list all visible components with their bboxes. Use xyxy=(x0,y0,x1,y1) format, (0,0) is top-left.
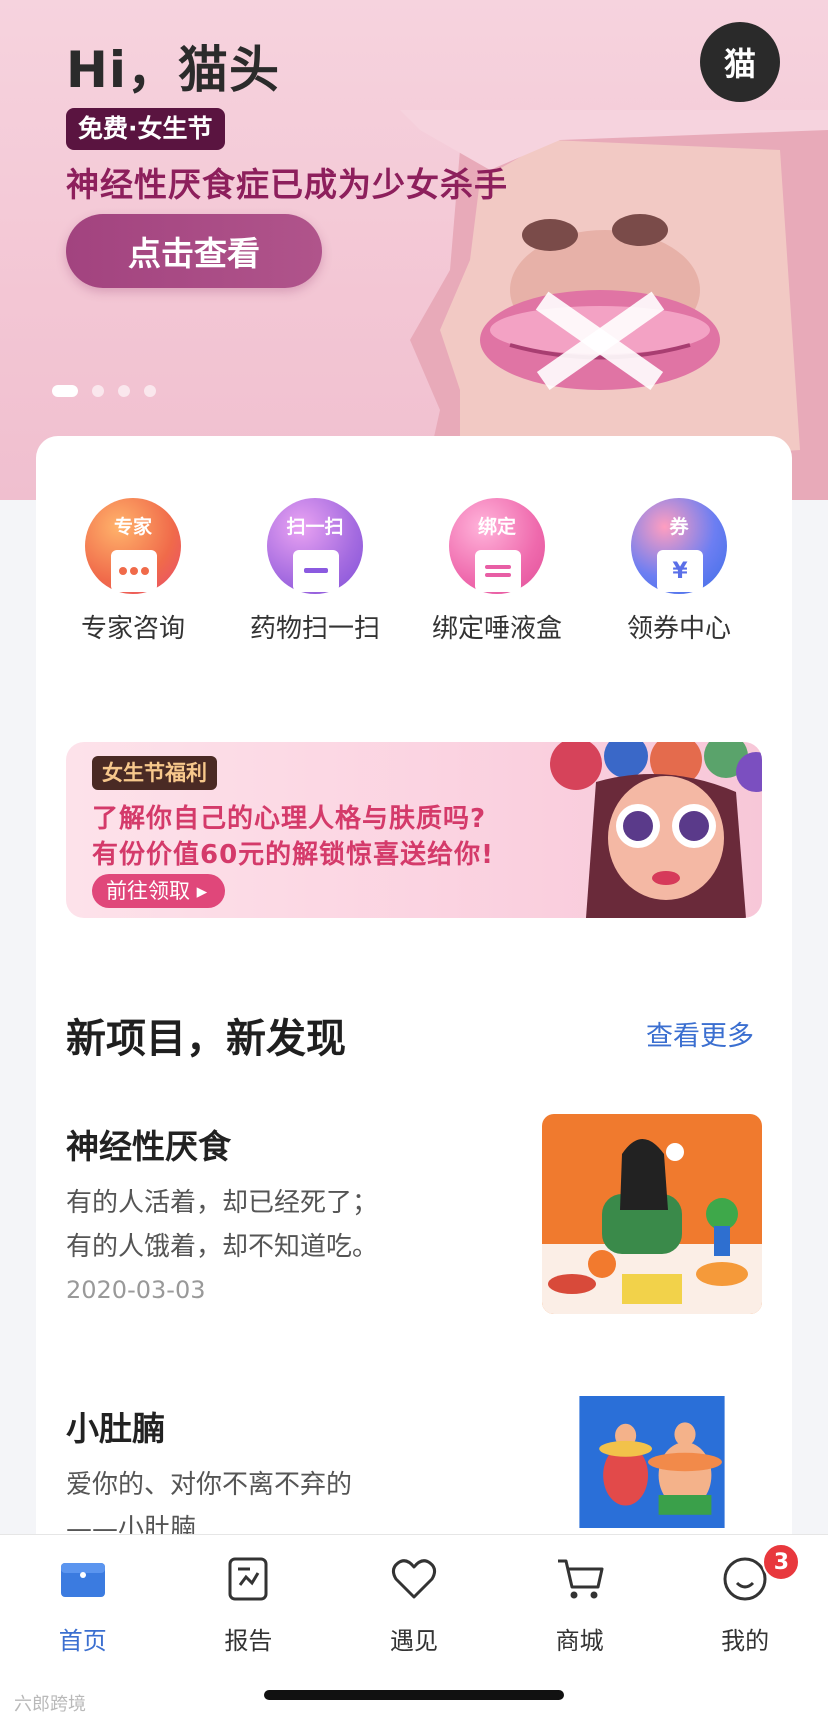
main-card: 专家 专家咨询 扫一扫 药物扫一扫 绑定 绑定唾液盒 券 ¥ 领券中心 女生节福… xyxy=(36,436,792,1596)
chat-bubble-icon: 专家 xyxy=(85,498,181,594)
tab-shop[interactable]: 商城 xyxy=(497,1555,663,1656)
promo-line: 了解你自己的心理人格与肤质吗? xyxy=(92,804,487,834)
quick-action-label: 绑定唾液盒 xyxy=(431,614,562,644)
quick-action-scan[interactable]: 扫一扫 药物扫一扫 xyxy=(224,498,406,645)
hero-tag: 免费·女生节 xyxy=(66,108,225,150)
promo-banner[interactable]: 女生节福利 了解你自己的心理人格与肤质吗? 有份价值60元的解锁惊喜送给你! 前… xyxy=(66,742,762,918)
section-title: 新项目，新发现 xyxy=(66,1016,346,1062)
article-title: 小肚腩 xyxy=(66,1409,165,1448)
tab-label: 报告 xyxy=(224,1627,273,1655)
promo-tag: 女生节福利 xyxy=(92,756,217,790)
quick-action-label: 领券中心 xyxy=(626,614,731,644)
quick-action-label: 药物扫一扫 xyxy=(249,614,380,644)
notification-badge: 3 xyxy=(762,1543,801,1581)
hero-cta-button[interactable]: 点击查看 xyxy=(66,214,322,288)
article-excerpt: 有的人饿着，却不知道吃。 xyxy=(66,1232,379,1262)
home-indicator[interactable] xyxy=(264,1690,564,1700)
scan-icon: 扫一扫 xyxy=(267,498,363,594)
tab-home[interactable]: 首页 xyxy=(0,1555,166,1656)
quick-action-expert[interactable]: 专家 专家咨询 xyxy=(42,498,224,645)
article-thumbnail xyxy=(579,1396,725,1528)
article-item[interactable]: 神经性厌食 有的人活着，却已经死了； 有的人饿着，却不知道吃。 2020-03-… xyxy=(66,1114,762,1320)
article-excerpt: 爱你的、对你不离不弃的 xyxy=(66,1470,353,1500)
greeting-text: Hi，猫头 xyxy=(66,41,280,99)
cart-icon xyxy=(557,1559,604,1599)
quick-action-badge: 券 xyxy=(669,516,689,538)
home-box-icon xyxy=(60,1563,105,1597)
promo-illustration xyxy=(550,742,762,918)
article-date: 2020-03-03 xyxy=(66,1276,206,1304)
carousel-dot xyxy=(92,385,104,397)
tab-mine[interactable]: 3 我的 xyxy=(662,1543,828,1656)
carousel-dot xyxy=(118,385,130,397)
hero-banner[interactable]: Hi，猫头 猫 免费·女生节 神经性厌食症已成为少女杀手 点击查看 xyxy=(0,0,828,500)
tab-report[interactable]: 报告 xyxy=(166,1555,332,1656)
quick-action-label: 专家咨询 xyxy=(80,614,185,644)
quick-action-coupon[interactable]: 券 ¥ 领券中心 xyxy=(588,498,770,645)
watermark-text: 六郎跨境 xyxy=(14,1694,86,1715)
tab-label: 首页 xyxy=(58,1627,107,1655)
carousel-dot xyxy=(144,385,156,397)
tab-label: 我的 xyxy=(721,1627,770,1655)
quick-action-badge: 扫一扫 xyxy=(286,516,344,538)
report-icon xyxy=(228,1557,268,1601)
quick-action-badge: 绑定 xyxy=(477,516,516,538)
see-more-link[interactable]: 查看更多 xyxy=(646,1014,754,1053)
promo-claim-button[interactable]: 前往领取 ▸ xyxy=(92,874,226,908)
tab-label: 遇见 xyxy=(389,1627,438,1655)
coupon-icon: 券 ¥ xyxy=(631,498,727,594)
tab-label: 商城 xyxy=(555,1627,604,1655)
box-icon: 绑定 xyxy=(449,498,545,594)
article-title: 神经性厌食 xyxy=(66,1127,231,1166)
article-excerpt: 有的人活着，却已经死了； xyxy=(66,1188,379,1218)
article-thumbnail xyxy=(542,1114,762,1314)
carousel-dot xyxy=(52,385,78,397)
tab-meet[interactable]: 遇见 xyxy=(331,1555,497,1656)
quick-action-bind[interactable]: 绑定 绑定唾液盒 xyxy=(406,498,588,645)
hero-headline: 神经性厌食症已成为少女杀手 xyxy=(66,165,508,204)
quick-action-badge: 专家 xyxy=(113,516,152,538)
quick-actions: 专家 专家咨询 扫一扫 药物扫一扫 绑定 绑定唾液盒 券 ¥ 领券中心 xyxy=(36,498,792,645)
heart-icon xyxy=(391,1559,437,1599)
avatar[interactable]: 猫 xyxy=(700,22,780,102)
carousel-indicator xyxy=(52,385,156,397)
promo-line: 有份价值60元的解锁惊喜送给你! xyxy=(92,840,495,870)
